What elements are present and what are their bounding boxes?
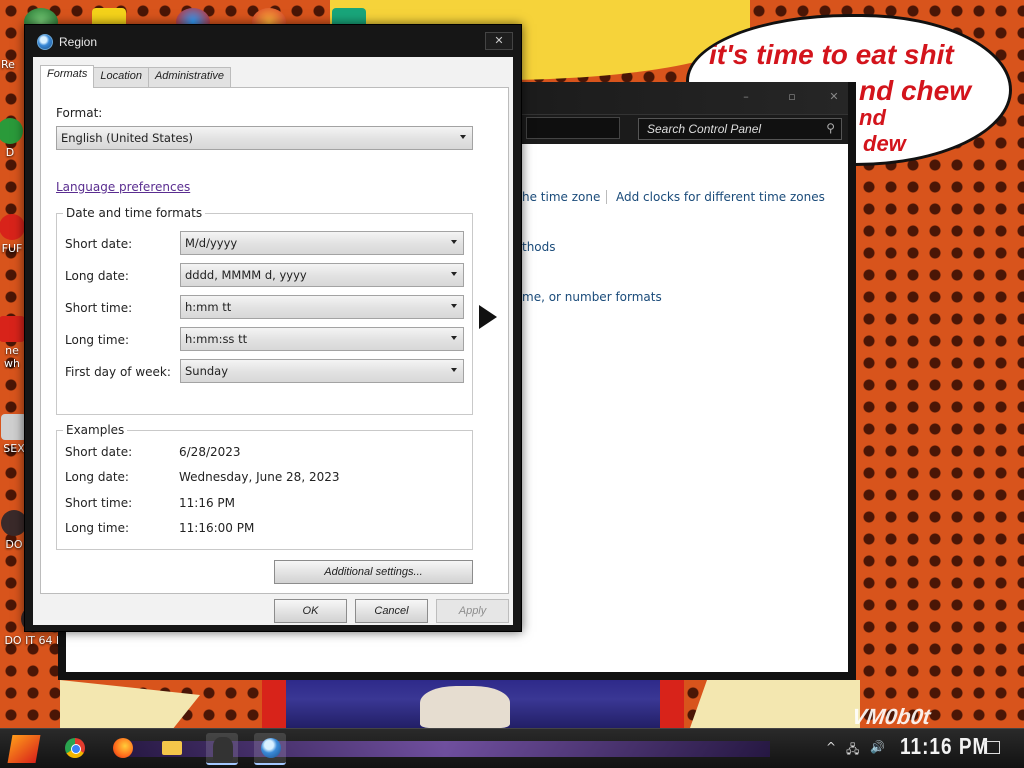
chevron-down-icon [460,135,466,139]
wallpaper-strip-2 [660,680,684,728]
dialog-titlebar: Region [37,32,97,52]
example-long-time-value: 11:16:00 PM [179,521,255,535]
example-short-time-value: 11:16 PM [179,496,235,510]
start-button[interactable] [7,735,41,763]
format-dropdown[interactable]: English (United States) [56,126,473,150]
short-time-label: Short time: [65,301,133,315]
address-bar[interactable] [526,117,620,139]
link-change-formats[interactable]: me, or number formats [522,290,662,304]
wallpaper-shape-right [690,680,860,728]
firefox-icon [113,738,133,758]
desktop-icon-do-it-label: DO IT 64 B [4,634,64,647]
example-short-date-label: Short date: [65,445,133,459]
long-time-label: Long time: [65,333,130,347]
taskbar-chrome[interactable] [58,733,90,765]
short-date-dropdown[interactable]: M/d/yyyy [180,231,464,255]
first-day-of-week-label: First day of week: [65,365,171,379]
network-icon[interactable]: 🖧 [846,740,859,761]
close-button[interactable]: ✕ [822,90,846,106]
search-icon: ⚲ [826,121,835,135]
taskbar-clock[interactable]: 11:16 PM [900,735,989,761]
short-date-value: M/d/yyyy [185,236,238,250]
search-placeholder: Search Control Panel [647,122,762,136]
long-date-dropdown[interactable]: dddd, MMMM d, yyyy [180,263,464,287]
short-time-dropdown[interactable]: h:mm tt [180,295,464,319]
taskbar: ^ 🖧 🔊 11:16 PM [0,728,1024,768]
chevron-down-icon [451,304,457,308]
tab-location[interactable]: Location [93,67,149,87]
taskbar-region[interactable] [254,733,286,765]
link-input-methods[interactable]: thods [522,240,556,254]
minimize-button[interactable]: – [734,90,758,106]
ok-button[interactable]: OK [274,599,347,623]
long-date-value: dddd, MMMM d, yyyy [185,268,307,282]
globe-icon [261,738,281,758]
example-long-date-label: Long date: [65,470,129,484]
wallpaper-figure [420,686,510,728]
link-change-time-zone[interactable]: he time zone [522,190,600,204]
examples-group: Examples Short date: 6/28/2023 Long date… [56,423,473,550]
tab-formats[interactable]: Formats [40,65,95,88]
wallpaper-watermark: VM0b0t [850,704,932,729]
link-add-clocks[interactable]: Add clocks for different time zones [616,190,825,204]
apply-button[interactable]: Apply [436,599,509,623]
dialog-body: Formats Location Administrative Format: … [33,57,513,625]
short-date-label: Short date: [65,237,133,251]
user-icon [213,737,233,761]
cancel-button[interactable]: Cancel [355,599,428,623]
wallpaper-strip [262,680,286,728]
group-title: Date and time formats [63,206,206,220]
first-day-of-week-value: Sunday [185,364,229,378]
taskbar-app-user[interactable] [206,733,238,765]
long-time-value: h:mm:ss tt [185,332,248,346]
link-separator [606,190,607,204]
chevron-down-icon [451,368,457,372]
formats-panel: Format: English (United States) Language… [40,87,509,594]
example-short-date-value: 6/28/2023 [179,445,241,459]
chevron-down-icon [451,272,457,276]
notification-icon[interactable] [984,741,1000,754]
format-label: Format: [56,106,103,120]
dialog-title: Region [59,35,98,49]
bubble-text-line-3: nd [859,105,886,130]
folder-icon [162,741,182,755]
tray-chevron-icon[interactable]: ^ [826,740,836,754]
taskbar-file-explorer[interactable] [156,733,188,765]
bubble-text-line-1: it's time to eat shit [709,39,954,70]
volume-icon[interactable]: 🔊 [870,740,885,754]
example-long-date-value: Wednesday, June 28, 2023 [179,470,340,484]
tab-strip: Formats Location Administrative [40,65,232,88]
region-dialog: Region ✕ Formats Location Administrative… [24,24,522,632]
example-short-time-label: Short time: [65,496,133,510]
search-control-panel-input[interactable]: Search Control Panel ⚲ [638,118,842,140]
example-long-time-label: Long time: [65,521,130,535]
chrome-icon [65,738,85,758]
first-day-of-week-dropdown[interactable]: Sunday [180,359,464,383]
language-preferences-link[interactable]: Language preferences [56,180,190,194]
chevron-down-icon [451,336,457,340]
globe-icon [37,34,53,50]
short-time-value: h:mm tt [185,300,232,314]
app-icon [0,214,25,240]
date-time-formats-group: Date and time formats Short date: M/d/yy… [56,206,473,415]
group-title: Examples [63,423,128,437]
bubble-text-line-4: dew [863,131,906,156]
long-date-label: Long date: [65,269,129,283]
format-value: English (United States) [61,131,194,145]
mouse-cursor-icon [479,305,497,329]
maximize-button[interactable]: ▫ [780,90,804,106]
chevron-down-icon [451,240,457,244]
additional-settings-button[interactable]: Additional settings... [274,560,473,584]
tab-administrative[interactable]: Administrative [147,67,232,87]
app-icon [0,316,25,342]
taskbar-firefox[interactable] [106,733,138,765]
wallpaper-shape-left [60,680,200,730]
close-button[interactable]: ✕ [485,32,513,50]
long-time-dropdown[interactable]: h:mm:ss tt [180,327,464,351]
bubble-text-line-2: nd chew [859,75,972,106]
app-icon [0,118,23,144]
